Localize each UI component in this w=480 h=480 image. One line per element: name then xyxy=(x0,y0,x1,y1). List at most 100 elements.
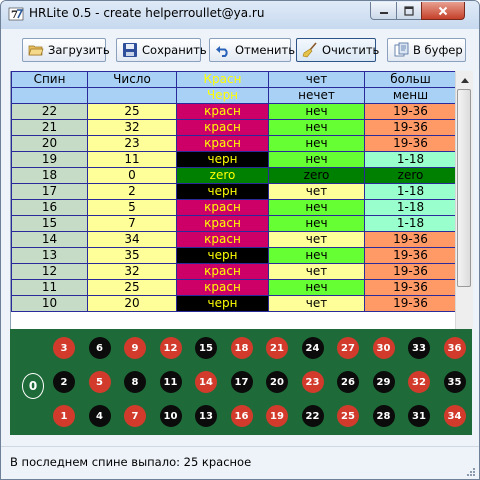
copy-to-clipboard-button[interactable]: В буфер xyxy=(387,38,466,62)
table-row[interactable]: 17 2 черн чет 1-18 xyxy=(11,183,456,200)
board-cell[interactable]: 17 xyxy=(224,365,260,399)
table-row[interactable]: 19 11 черн неч 1-18 xyxy=(11,151,456,168)
board-cell[interactable]: 15 xyxy=(188,331,224,365)
board-cell[interactable]: 22 xyxy=(295,399,331,433)
table-row[interactable]: 11 25 красн неч 19-36 xyxy=(11,279,456,296)
cell-spin: 18 xyxy=(11,167,88,184)
resize-grip-icon[interactable] xyxy=(466,467,476,477)
scrollbar-thumb[interactable] xyxy=(457,89,471,287)
header-red[interactable]: Красн xyxy=(176,71,269,88)
cell-parity: неч xyxy=(268,279,365,296)
table-row[interactable]: 21 32 красн неч 19-36 xyxy=(11,119,456,136)
cell-spin: 13 xyxy=(11,247,88,264)
table-row[interactable]: 16 5 красн неч 1-18 xyxy=(11,199,456,216)
board-number-chip: 30 xyxy=(372,337,395,359)
board-cell[interactable]: 16 xyxy=(224,399,260,433)
board-cell[interactable]: 12 xyxy=(153,331,189,365)
save-button[interactable]: Сохранить xyxy=(116,38,207,62)
board-cell[interactable]: 29 xyxy=(366,365,402,399)
floppy-disk-icon xyxy=(123,43,137,57)
board-cell[interactable]: 24 xyxy=(295,331,331,365)
board-cell[interactable]: 14 xyxy=(188,365,224,399)
table-row[interactable]: 18 0 zero zero zero xyxy=(11,167,456,184)
board-number-chip: 15 xyxy=(195,337,217,359)
table-row[interactable]: 14 34 красн чет 19-36 xyxy=(11,231,456,248)
board-cell[interactable]: 18 xyxy=(224,331,260,365)
title-bar[interactable]: 7 HRLite 0.5 - create helperroullet@ya.r… xyxy=(1,1,479,29)
spins-table[interactable]: Спин Число Красн чет больш Черн нечет ме… xyxy=(10,71,456,329)
cell-number: 11 xyxy=(87,151,177,168)
header-even[interactable]: чет xyxy=(268,71,365,88)
cell-spin: 19 xyxy=(11,151,88,168)
cell-range: 19-36 xyxy=(364,279,456,296)
cell-number: 0 xyxy=(87,167,177,184)
board-cell[interactable]: 19 xyxy=(259,399,295,433)
board-cell[interactable]: 36 xyxy=(437,331,473,365)
board-cell[interactable]: 13 xyxy=(188,399,224,433)
load-button-label: Загрузить xyxy=(48,43,110,57)
board-cell[interactable]: 6 xyxy=(82,331,118,365)
cell-parity: неч xyxy=(268,135,365,152)
cell-range: 19-36 xyxy=(364,103,456,120)
board-cell[interactable]: 33 xyxy=(401,331,437,365)
cell-parity: неч xyxy=(268,215,365,232)
board-cell[interactable]: 2 xyxy=(46,365,82,399)
board-cell[interactable]: 35 xyxy=(437,365,473,399)
cell-spin: 10 xyxy=(11,295,88,312)
board-cell[interactable]: 4 xyxy=(82,399,118,433)
close-button[interactable] xyxy=(421,2,465,20)
board-number-chip: 11 xyxy=(159,371,182,393)
table-row[interactable]: 22 25 красн неч 19-36 xyxy=(11,103,456,120)
minimize-button[interactable] xyxy=(370,2,397,20)
header-low[interactable]: менш xyxy=(364,87,456,104)
board-cell[interactable]: 23 xyxy=(295,365,331,399)
board-cell[interactable]: 31 xyxy=(401,399,437,433)
window-title: HRLite 0.5 - create helperroullet@ya.ru xyxy=(29,6,265,20)
board-cell[interactable]: 30 xyxy=(366,331,402,365)
cell-color: черн xyxy=(176,295,269,312)
cell-spin: 22 xyxy=(11,103,88,120)
board-cell[interactable]: 1 xyxy=(46,399,82,433)
cell-spin: 20 xyxy=(11,135,88,152)
table-vertical-scrollbar[interactable] xyxy=(455,71,473,329)
board-cell-zero[interactable]: 0 xyxy=(22,373,44,399)
board-cell[interactable]: 9 xyxy=(117,331,153,365)
header-odd[interactable]: нечет xyxy=(268,87,365,104)
board-cell[interactable]: 26 xyxy=(330,365,366,399)
header-black[interactable]: Черн xyxy=(176,87,269,104)
board-cell[interactable]: 5 xyxy=(82,365,118,399)
board-cell[interactable]: 7 xyxy=(117,399,153,433)
board-cell[interactable]: 21 xyxy=(259,331,295,365)
table-row[interactable]: 15 7 красн неч 1-18 xyxy=(11,215,456,232)
load-button[interactable]: Загрузить xyxy=(22,38,110,62)
cell-color: черн xyxy=(176,151,269,168)
clear-button[interactable]: Очистить xyxy=(296,38,379,62)
header-number[interactable]: Число xyxy=(87,71,177,88)
board-cell[interactable]: 11 xyxy=(153,365,189,399)
cell-color: красн xyxy=(176,119,269,136)
scroll-up-button[interactable] xyxy=(457,72,472,88)
board-cell[interactable]: 32 xyxy=(401,365,437,399)
cell-color: черн xyxy=(176,247,269,264)
board-number-chip: 29 xyxy=(372,371,395,393)
board-cell[interactable]: 28 xyxy=(366,399,402,433)
board-cell[interactable]: 10 xyxy=(153,399,189,433)
table-row[interactable]: 10 20 черн чет 19-36 xyxy=(11,295,456,312)
table-row[interactable]: 20 23 красн неч 19-36 xyxy=(11,135,456,152)
table-row[interactable]: 13 35 черн неч 19-36 xyxy=(11,247,456,264)
header-spin[interactable]: Спин xyxy=(11,71,88,88)
cell-range: 19-36 xyxy=(364,231,456,248)
board-cell[interactable]: 25 xyxy=(330,399,366,433)
board-cell[interactable]: 3 xyxy=(46,331,82,365)
scroll-up-arrow-icon xyxy=(460,77,469,83)
header-high[interactable]: больш xyxy=(364,71,456,88)
maximize-button[interactable] xyxy=(396,2,422,20)
board-cell[interactable]: 8 xyxy=(117,365,153,399)
undo-button[interactable]: Отменить xyxy=(209,38,295,62)
board-cell[interactable]: 34 xyxy=(437,399,473,433)
table-row[interactable]: 12 32 красн чет 19-36 xyxy=(11,263,456,280)
board-cell[interactable]: 20 xyxy=(259,365,295,399)
clipboard-icon xyxy=(394,42,409,57)
board-cell[interactable]: 27 xyxy=(330,331,366,365)
board-number-chip: 5 xyxy=(88,371,111,393)
